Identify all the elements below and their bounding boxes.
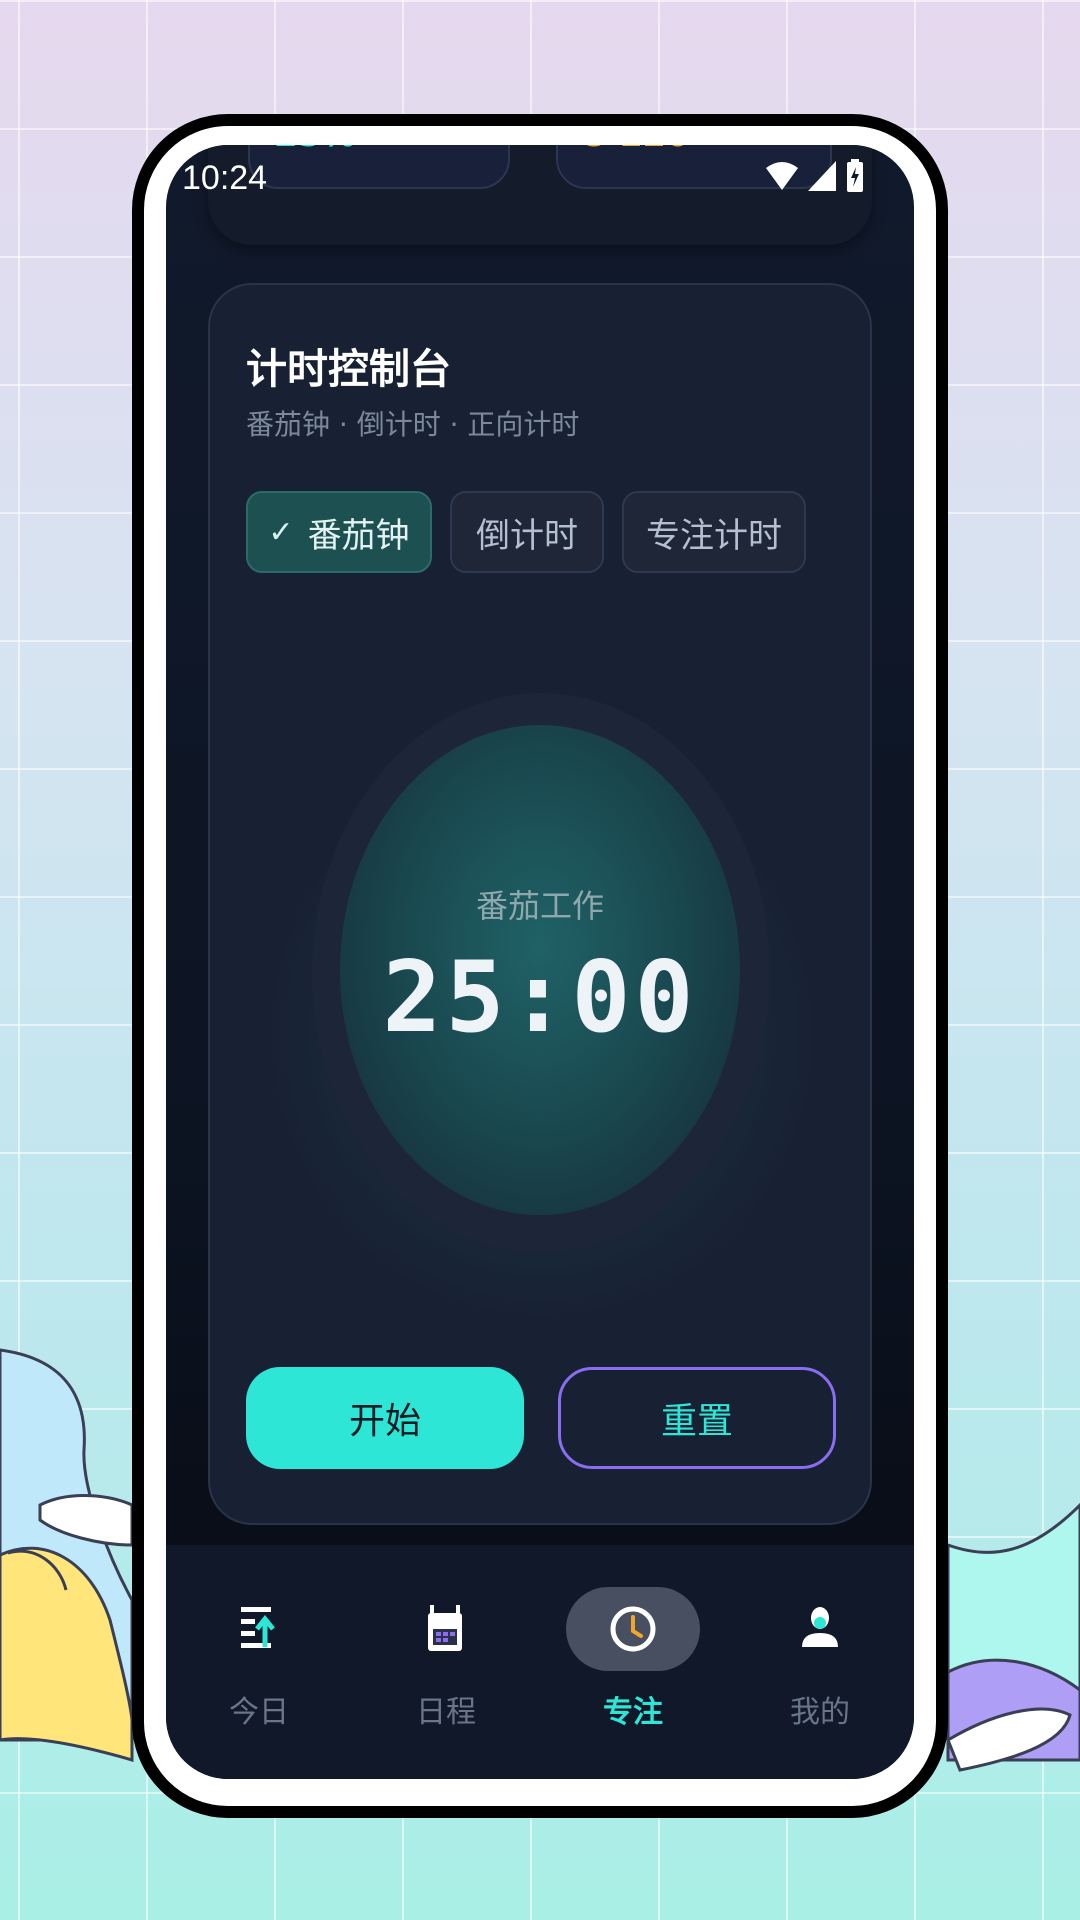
profile-icon [802,1607,838,1647]
mode-stopwatch-chip[interactable]: 专注计时 [622,491,806,573]
start-button[interactable]: 开始 [246,1367,524,1469]
timer-phase-label: 番茄工作 [475,887,604,925]
nav-item-profile[interactable]: 我的 [755,1545,885,1779]
timer-dial: 番茄工作 25:00 [340,725,740,1215]
calendar-icon [428,1605,462,1651]
reset-button[interactable]: 重置 [558,1367,836,1469]
timer-display: 25:00 [382,941,698,1055]
today-icon [241,1607,275,1648]
mode-pomodoro-chip[interactable]: ✓ 番茄钟 [246,491,432,573]
nav-item-focus[interactable]: 专注 [566,1545,700,1779]
timer-console-panel: 计时控制台 番茄钟 · 倒计时 · 正向计时 ✓ 番茄钟 倒计时 专注计时 番茄… [208,283,872,1525]
panel-title: 计时控制台 [246,345,451,393]
bottom-navigation: 今日 日程 专注 我的 [166,1545,914,1779]
clock-icon [610,1606,656,1652]
wifi-icon [766,162,798,190]
panel-subtitle: 番茄钟 · 倒计时 · 正向计时 [246,408,580,441]
battery-icon [847,159,863,192]
mode-countdown-chip[interactable]: 倒计时 [450,491,604,573]
signal-icon [808,161,836,191]
mode-countdown-label: 倒计时 [476,515,578,556]
status-icons [764,159,864,193]
nav-label-focus: 专注 [603,1695,663,1730]
nav-item-today[interactable]: 今日 [194,1545,324,1779]
mode-pomodoro-label: 番茄钟 [307,515,410,556]
nav-item-schedule[interactable]: 日程 [381,1545,511,1779]
status-bar: 10:24 [166,145,914,205]
app-screen: 25% 8·120 10:24 计时控制台 番茄钟 · 倒计时 · 正向计时 ✓… [166,145,914,1779]
mode-stopwatch-label: 专注计时 [646,515,782,556]
status-time: 10:24 [182,159,268,197]
nav-label-today: 今日 [229,1695,289,1730]
check-icon: ✓ [268,514,294,550]
nav-label-schedule: 日程 [416,1695,476,1730]
nav-label-profile: 我的 [790,1695,850,1730]
